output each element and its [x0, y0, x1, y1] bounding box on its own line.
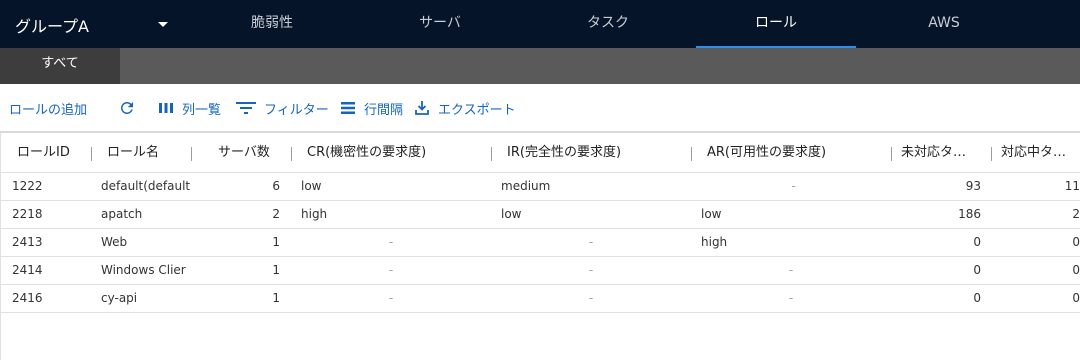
add-role-label: ロールの追加: [9, 102, 88, 118]
column-header-ar[interactable]: AR(可用性の要求度): [707, 133, 882, 173]
cell-inprogress-tasks: 11: [1064, 179, 1080, 193]
export-button[interactable]: エクスポート: [414, 85, 516, 131]
cell-role-id: 2413: [12, 235, 43, 249]
cell-ir: low: [501, 207, 522, 221]
filter-icon: [236, 102, 256, 114]
cell-ir: -: [588, 263, 594, 277]
cell-ir: -: [588, 235, 594, 249]
cell-inprogress-tasks: 0: [1072, 291, 1080, 305]
column-separator[interactable]: [691, 147, 692, 161]
row-spacing-label: 行間隔: [364, 102, 404, 118]
cell-open-tasks: 0: [973, 263, 981, 277]
cell-role-id: 1222: [12, 179, 43, 193]
cell-open-tasks: 0: [973, 291, 981, 305]
column-header-role-name[interactable]: ロール名: [107, 133, 187, 173]
column-separator[interactable]: [991, 147, 992, 161]
cell-role-name: default(default: [101, 179, 191, 193]
table-left-border: [0, 133, 1, 360]
column-header-cr[interactable]: CR(機密性の要求度): [307, 133, 482, 173]
table-row[interactable]: 1222 default(default 6 low medium - 93 1…: [0, 173, 1080, 201]
table-row[interactable]: 2413 Web 1 - - high 0 0: [0, 229, 1080, 257]
cell-role-name: Web: [101, 235, 128, 249]
columns-icon: [159, 103, 173, 113]
column-header-server-count[interactable]: サーバ数: [218, 133, 278, 173]
refresh-button[interactable]: [118, 85, 144, 131]
column-header-open-tasks[interactable]: 未対応タ…: [901, 133, 985, 173]
cell-server-count: 1: [272, 291, 280, 305]
sub-tab-bar: すべて: [0, 48, 1080, 84]
cell-server-count: 1: [272, 235, 280, 249]
columns-label: 列一覧: [182, 102, 222, 118]
table-body: 1222 default(default 6 low medium - 93 1…: [0, 173, 1080, 313]
cell-inprogress-tasks: 2: [1072, 207, 1080, 221]
column-header-ir[interactable]: IR(完全性の要求度): [507, 133, 682, 173]
cell-cr: -: [388, 291, 394, 305]
refresh-icon: [120, 101, 133, 114]
column-separator[interactable]: [491, 147, 492, 161]
filter-label: フィルター: [264, 102, 329, 118]
row-spacing-button[interactable]: 行間隔: [340, 85, 403, 131]
add-role-button[interactable]: ロールの追加: [9, 85, 87, 131]
cell-inprogress-tasks: 0: [1072, 235, 1080, 249]
tab-aws[interactable]: AWS: [864, 0, 1024, 48]
subtab-all[interactable]: すべて: [0, 48, 120, 82]
download-icon: [415, 101, 429, 115]
cell-open-tasks: 0: [973, 235, 981, 249]
column-header-role-id[interactable]: ロールID: [17, 133, 87, 173]
top-nav-bar: グループA 脆弱性 サーバ タスク ロール AWS: [0, 0, 1080, 48]
cell-role-name: cy-api: [101, 291, 138, 305]
column-separator[interactable]: [291, 147, 292, 161]
cell-server-count: 6: [272, 179, 280, 193]
tab-servers[interactable]: サーバ: [360, 0, 520, 48]
cell-open-tasks: 186: [958, 207, 981, 221]
cell-role-id: 2414: [12, 263, 43, 277]
column-separator[interactable]: [91, 147, 92, 161]
cell-role-name: Windows Clier: [101, 263, 186, 277]
cell-role-id: 2416: [12, 291, 43, 305]
toolbar: ロールの追加 列一覧 フィルター 行間隔 エクスポート: [0, 85, 1080, 131]
group-selector-label: グループA: [15, 17, 89, 36]
cell-cr: -: [388, 235, 394, 249]
filter-button[interactable]: フィルター: [236, 85, 329, 131]
table-row[interactable]: 2416 cy-api 1 - - - 0 0: [0, 285, 1080, 313]
table-row[interactable]: 2414 Windows Clier 1 - - - 0 0: [0, 257, 1080, 285]
cell-cr: -: [388, 263, 394, 277]
cell-inprogress-tasks: 0: [1072, 263, 1080, 277]
cell-role-id: 2218: [12, 207, 43, 221]
cell-cr: high: [301, 207, 328, 221]
cell-ar: -: [788, 263, 794, 277]
cell-ir: medium: [501, 179, 551, 193]
cell-ar: low: [701, 207, 722, 221]
column-separator[interactable]: [891, 147, 892, 161]
column-separator[interactable]: [191, 147, 192, 161]
export-label: エクスポート: [438, 102, 516, 118]
roles-table: ロールID ロール名 サーバ数 CR(機密性の要求度) IR(完全性の要求度) …: [0, 133, 1080, 313]
cell-server-count: 2: [272, 207, 280, 221]
table-row[interactable]: 2218 apatch 2 high low low 186 2: [0, 201, 1080, 229]
cell-cr: low: [301, 179, 322, 193]
cell-role-name: apatch: [101, 207, 143, 221]
group-selector[interactable]: グループA: [0, 0, 185, 48]
columns-button[interactable]: 列一覧: [158, 85, 221, 131]
tab-roles[interactable]: ロール: [696, 0, 856, 48]
tab-vulnerabilities[interactable]: 脆弱性: [192, 0, 352, 48]
cell-open-tasks: 93: [965, 179, 981, 193]
cell-ar: high: [701, 235, 728, 249]
cell-ir: -: [588, 291, 594, 305]
tab-tasks[interactable]: タスク: [528, 0, 688, 48]
cell-ar: -: [791, 179, 796, 193]
cell-server-count: 1: [272, 263, 280, 277]
subtab-active-indicator: [0, 82, 120, 84]
column-header-inprogress-tasks[interactable]: 対応中タ…: [1001, 133, 1080, 173]
caret-down-icon: [158, 22, 168, 27]
cell-ar: -: [788, 291, 794, 305]
table-header: ロールID ロール名 サーバ数 CR(機密性の要求度) IR(完全性の要求度) …: [0, 133, 1080, 173]
row-spacing-icon: [341, 102, 355, 114]
